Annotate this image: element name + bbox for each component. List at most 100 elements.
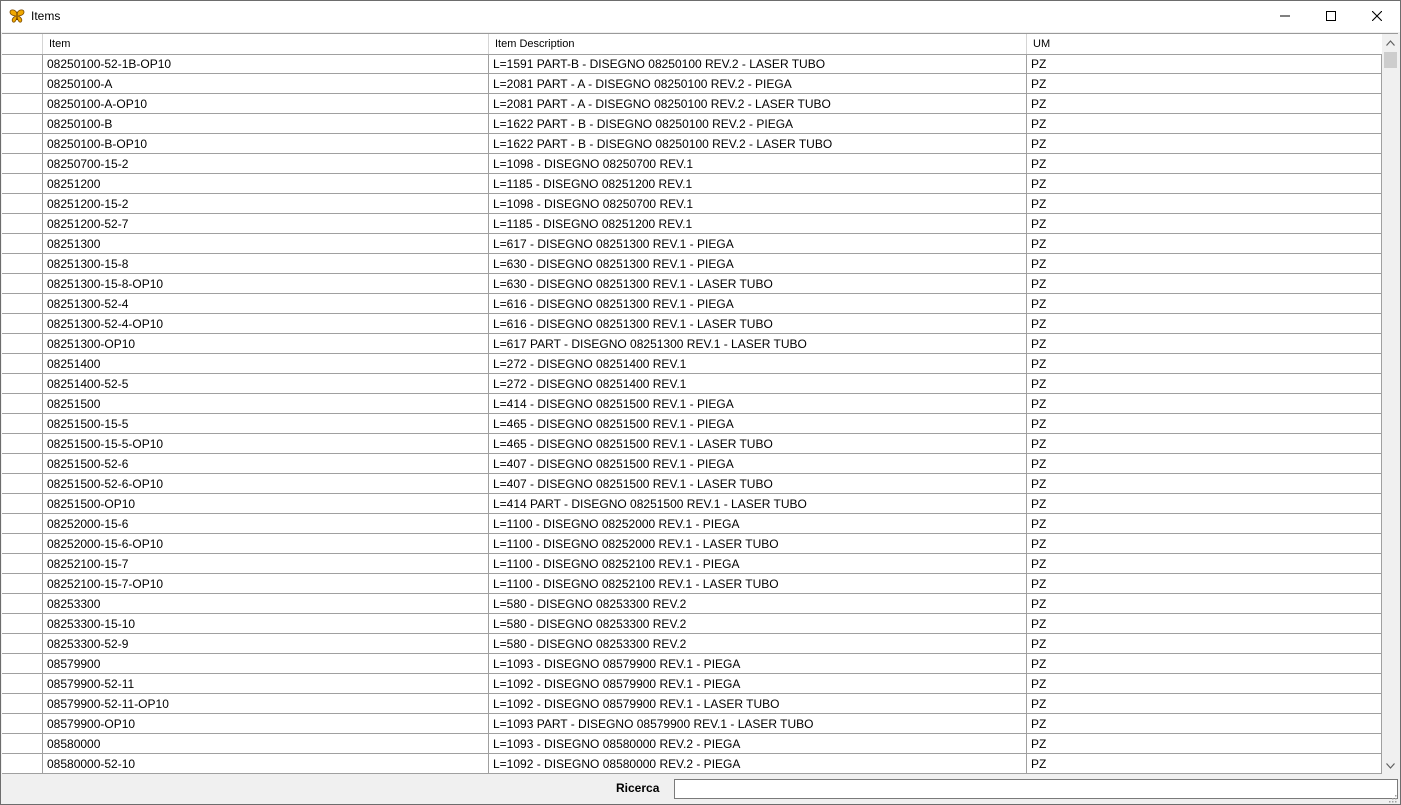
- table-row[interactable]: 08251200-52-7 L=1185 - DISEGNO 08251200 R…: [2, 214, 1382, 234]
- item-cell[interactable]: 08251300-15-8-OP10: [43, 274, 489, 294]
- table-row[interactable]: 08251400-52-5 L=272 - DISEGNO 08251400 RE…: [2, 374, 1382, 394]
- row-selector[interactable]: [2, 74, 43, 94]
- um-cell[interactable]: PZ: [1027, 74, 1382, 94]
- item-description-cell[interactable]: L=1093 - DISEGNO 08579900 REV.1 - PIEGA: [489, 654, 1027, 674]
- minimize-button[interactable]: [1262, 1, 1308, 31]
- scroll-down-button[interactable]: [1382, 757, 1398, 774]
- um-cell[interactable]: PZ: [1027, 514, 1382, 534]
- item-description-cell[interactable]: L=1092 - DISEGNO 08580000 REV.2 - PIEGA: [489, 754, 1027, 774]
- table-row[interactable]: 08579900-52-11 L=1092 - DISEGNO 08579900 …: [2, 674, 1382, 694]
- row-selector[interactable]: [2, 414, 43, 434]
- table-row[interactable]: 08251500-15-5 L=465 - DISEGNO 08251500 RE…: [2, 414, 1382, 434]
- item-description-cell[interactable]: L=1098 - DISEGNO 08250700 REV.1: [489, 154, 1027, 174]
- item-cell[interactable]: 08251200-15-2: [43, 194, 489, 214]
- item-description-cell[interactable]: L=407 - DISEGNO 08251500 REV.1 - LASER T…: [489, 474, 1027, 494]
- um-cell[interactable]: PZ: [1027, 734, 1382, 754]
- item-cell[interactable]: 08253300: [43, 594, 489, 614]
- item-description-cell[interactable]: L=1100 - DISEGNO 08252000 REV.1 - PIEGA: [489, 514, 1027, 534]
- item-description-cell[interactable]: L=616 - DISEGNO 08251300 REV.1 - LASER T…: [489, 314, 1027, 334]
- row-header-corner[interactable]: [2, 34, 43, 54]
- row-selector[interactable]: [2, 94, 43, 114]
- item-cell[interactable]: 08253300-52-9: [43, 634, 489, 654]
- table-row[interactable]: 08251300-15-8 L=630 - DISEGNO 08251300 RE…: [2, 254, 1382, 274]
- item-cell[interactable]: 08250100-B: [43, 114, 489, 134]
- row-selector[interactable]: [2, 394, 43, 414]
- item-description-cell[interactable]: L=580 - DISEGNO 08253300 REV.2: [489, 594, 1027, 614]
- item-cell[interactable]: 08252000-15-6: [43, 514, 489, 534]
- item-cell[interactable]: 08251200: [43, 174, 489, 194]
- row-selector[interactable]: [2, 174, 43, 194]
- row-selector[interactable]: [2, 214, 43, 234]
- item-cell[interactable]: 08579900: [43, 654, 489, 674]
- um-cell[interactable]: PZ: [1027, 234, 1382, 254]
- row-selector[interactable]: [2, 594, 43, 614]
- table-row[interactable]: 08250700-15-2 L=1098 - DISEGNO 08250700 R…: [2, 154, 1382, 174]
- um-cell[interactable]: PZ: [1027, 354, 1382, 374]
- item-cell[interactable]: 08251300-15-8: [43, 254, 489, 274]
- table-row[interactable]: 08253300 L=580 - DISEGNO 08253300 REV.2 PZ: [2, 594, 1382, 614]
- um-cell[interactable]: PZ: [1027, 674, 1382, 694]
- table-row[interactable]: 08251300-52-4 L=616 - DISEGNO 08251300 RE…: [2, 294, 1382, 314]
- item-cell[interactable]: 08251400: [43, 354, 489, 374]
- table-row[interactable]: 08579900-52-11-OP10 L=1092 - DISEGNO 0857…: [2, 694, 1382, 714]
- row-selector[interactable]: [2, 354, 43, 374]
- row-selector[interactable]: [2, 474, 43, 494]
- um-cell[interactable]: PZ: [1027, 554, 1382, 574]
- row-selector[interactable]: [2, 514, 43, 534]
- um-cell[interactable]: PZ: [1027, 454, 1382, 474]
- table-row[interactable]: 08251300-OP10 L=617 PART - DISEGNO 082513…: [2, 334, 1382, 354]
- um-cell[interactable]: PZ: [1027, 294, 1382, 314]
- item-cell[interactable]: 08580000: [43, 734, 489, 754]
- item-description-cell[interactable]: L=407 - DISEGNO 08251500 REV.1 - PIEGA: [489, 454, 1027, 474]
- um-cell[interactable]: PZ: [1027, 334, 1382, 354]
- table-row[interactable]: 08253300-52-9 L=580 - DISEGNO 08253300 RE…: [2, 634, 1382, 654]
- table-row[interactable]: 08250100-A L=2081 PART - A - DISEGNO 0825…: [2, 74, 1382, 94]
- table-row[interactable]: 08579900-OP10 L=1093 PART - DISEGNO 08579…: [2, 714, 1382, 734]
- um-cell[interactable]: PZ: [1027, 154, 1382, 174]
- table-row[interactable]: 08252100-15-7-OP10 L=1100 - DISEGNO 08252…: [2, 574, 1382, 594]
- item-cell[interactable]: 08579900-52-11-OP10: [43, 694, 489, 714]
- um-cell[interactable]: PZ: [1027, 594, 1382, 614]
- item-description-cell[interactable]: L=2081 PART - A - DISEGNO 08250100 REV.2…: [489, 94, 1027, 114]
- resize-grip-icon[interactable]: [1387, 792, 1397, 803]
- um-cell[interactable]: PZ: [1027, 434, 1382, 454]
- table-row[interactable]: 08251200 L=1185 - DISEGNO 08251200 REV.1 P…: [2, 174, 1382, 194]
- row-selector[interactable]: [2, 734, 43, 754]
- item-description-cell[interactable]: L=272 - DISEGNO 08251400 REV.1: [489, 354, 1027, 374]
- item-cell[interactable]: 08251500: [43, 394, 489, 414]
- table-row[interactable]: 08251500-52-6 L=407 - DISEGNO 08251500 RE…: [2, 454, 1382, 474]
- um-cell[interactable]: PZ: [1027, 474, 1382, 494]
- um-cell[interactable]: PZ: [1027, 534, 1382, 554]
- um-cell[interactable]: PZ: [1027, 754, 1382, 774]
- item-description-cell[interactable]: L=617 - DISEGNO 08251300 REV.1 - PIEGA: [489, 234, 1027, 254]
- item-description-cell[interactable]: L=1100 - DISEGNO 08252000 REV.1 - LASER …: [489, 534, 1027, 554]
- row-selector[interactable]: [2, 114, 43, 134]
- um-cell[interactable]: PZ: [1027, 394, 1382, 414]
- um-cell[interactable]: PZ: [1027, 254, 1382, 274]
- item-description-cell[interactable]: L=1185 - DISEGNO 08251200 REV.1: [489, 214, 1027, 234]
- um-cell[interactable]: PZ: [1027, 414, 1382, 434]
- item-cell[interactable]: 08250100-52-1B-OP10: [43, 54, 489, 74]
- um-cell[interactable]: PZ: [1027, 714, 1382, 734]
- item-cell[interactable]: 08251200-52-7: [43, 214, 489, 234]
- um-cell[interactable]: PZ: [1027, 694, 1382, 714]
- item-description-cell[interactable]: L=2081 PART - A - DISEGNO 08250100 REV.2…: [489, 74, 1027, 94]
- um-cell[interactable]: PZ: [1027, 314, 1382, 334]
- table-row[interactable]: 08252000-15-6-OP10 L=1100 - DISEGNO 08252…: [2, 534, 1382, 554]
- table-row[interactable]: 08251200-15-2 L=1098 - DISEGNO 08250700 R…: [2, 194, 1382, 214]
- close-button[interactable]: [1354, 1, 1400, 31]
- item-description-cell[interactable]: L=1093 PART - DISEGNO 08579900 REV.1 - L…: [489, 714, 1027, 734]
- item-cell[interactable]: 08250700-15-2: [43, 154, 489, 174]
- row-selector[interactable]: [2, 554, 43, 574]
- scroll-up-button[interactable]: [1382, 34, 1398, 51]
- item-description-cell[interactable]: L=1098 - DISEGNO 08250700 REV.1: [489, 194, 1027, 214]
- row-selector[interactable]: [2, 714, 43, 734]
- item-cell[interactable]: 08251300-52-4-OP10: [43, 314, 489, 334]
- um-cell[interactable]: PZ: [1027, 274, 1382, 294]
- item-cell[interactable]: 08580000-52-10: [43, 754, 489, 774]
- table-row[interactable]: 08251300-15-8-OP10 L=630 - DISEGNO 082513…: [2, 274, 1382, 294]
- row-selector[interactable]: [2, 334, 43, 354]
- vertical-scrollbar[interactable]: [1382, 34, 1398, 774]
- item-cell[interactable]: 08252100-15-7-OP10: [43, 574, 489, 594]
- row-selector[interactable]: [2, 434, 43, 454]
